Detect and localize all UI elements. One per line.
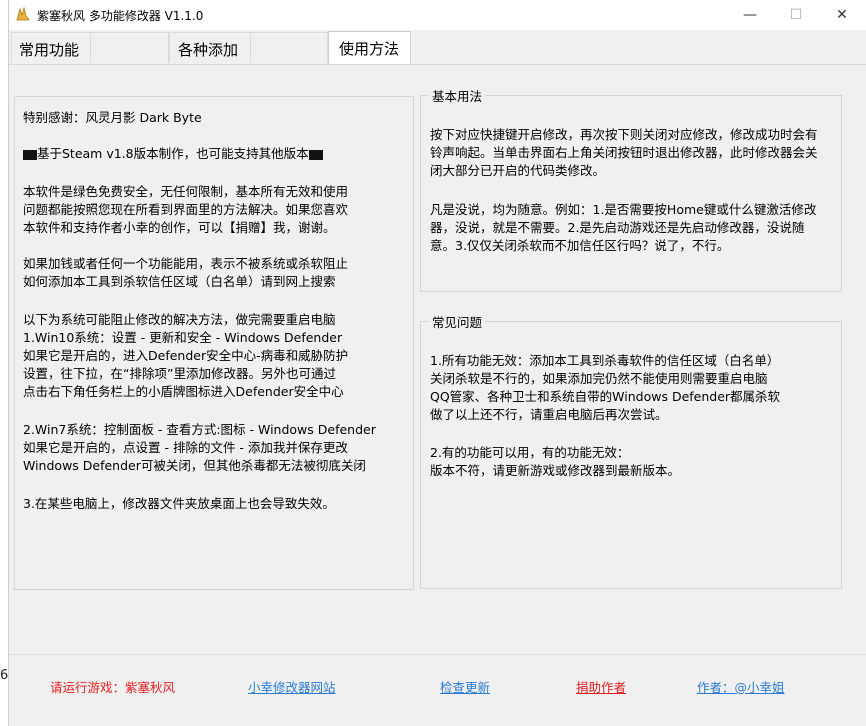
basic-usage-title: 基本用法: [429, 86, 486, 105]
tab-spacer: [91, 32, 169, 63]
tab-spacer: [251, 32, 328, 63]
close-button[interactable]: ✕: [819, 0, 865, 30]
faq-line: 做了以上还不行，请重启电脑后再次尝试。: [430, 407, 668, 422]
basic-usage-group: 基本用法 按下对应快捷键开启修改，再次按下则关闭对应修改，修改成功时会有 铃声响…: [420, 86, 842, 292]
info-line: 本软件和支持作者小幸的创作，可以【捐赠】我，谢谢。: [23, 220, 336, 235]
thanks-line: 特别感谢：风灵月影 Dark Byte: [23, 110, 202, 125]
faq-line: 1.所有功能无效：添加本工具到杀毒软件的信任区域（白名单）: [430, 353, 780, 368]
faq-line: QQ管家、各种卫士和系统自带的Windows Defender都属杀软: [430, 389, 781, 404]
info-line: 点击右下角任务栏上的小盾牌图标进入Defender安全中心: [23, 384, 344, 399]
faq-title: 常见问题: [429, 312, 486, 331]
info-line: Windows Defender可被关闭，但其他杀毒都无法被彻底关闭: [23, 458, 366, 473]
thanks-text-panel: 特别感谢：风灵月影 Dark Byte 基于Steam v1.8版本制作，也可能…: [14, 96, 414, 590]
basic-usage-line: 凡是没说，均为随意。例如：1.是否需要按Home键或什么键激活修改: [430, 202, 817, 217]
black-block: [308, 149, 323, 160]
info-line: 如何添加本工具到杀软信任区域（白名单）请到网上搜索: [23, 274, 336, 289]
trainer-window: 紫塞秋风 多功能修改器 V1.1.0 — ☐ ✕ 常用功能 各种添加 使用方法 …: [8, 0, 866, 726]
basic-usage-line: 器，没说，就是不需要。2.是先启动游戏还是先启动修改器，没说随: [430, 220, 805, 235]
info-line: 以下为系统可能阻止修改的解决方法，做完需要重启电脑: [23, 312, 336, 327]
footer-divider: [9, 654, 866, 655]
tab-strip: 常用功能 各种添加 使用方法: [9, 31, 866, 64]
basic-usage-line: 按下对应快捷键开启修改，再次按下则关闭对应修改，修改成功时会有: [430, 127, 818, 142]
info-line: 3.在某些电脑上，修改器文件夹放桌面上也会导致失效。: [23, 496, 335, 511]
basic-usage-line: 铃声响起。当单击界面右上角关闭按钮时退出修改器，此时修改器会关: [430, 145, 818, 160]
usage-tab-content: 特别感谢：风灵月影 Dark Byte 基于Steam v1.8版本制作，也可能…: [9, 64, 866, 726]
info-line: 设置，往下拉，在“排除项”里添加修改器。另外也可通过: [23, 366, 336, 381]
info-line: 如果它是开启的，点设置 - 排除的文件 - 添加我并保存更改: [23, 440, 348, 455]
info-line: 如果加钱或者任何一个功能能用，表示不被系统或杀软阻止: [23, 256, 349, 271]
title-bar[interactable]: 紫塞秋风 多功能修改器 V1.1.0 — ☐ ✕: [9, 0, 866, 30]
faq-line: 版本不符，请更新游戏或修改器到最新版本。: [430, 463, 681, 478]
maximize-button[interactable]: ☐: [773, 0, 819, 30]
info-line: 2.Win7系统：控制面板 - 查看方式:图标 - Windows Defend…: [23, 422, 376, 437]
app-logo-icon: [16, 6, 30, 21]
info-line: 如果它是开启的，进入Defender安全中心-病毒和威胁防护: [23, 348, 349, 363]
black-block: [23, 149, 37, 160]
website-link[interactable]: 小幸修改器网站: [248, 677, 336, 696]
faq-line: 2.有的功能可以用，有的功能无效：: [430, 445, 630, 460]
window-title: 紫塞秋风 多功能修改器 V1.1.0: [37, 9, 204, 23]
check-update-link[interactable]: 检查更新: [440, 677, 490, 696]
faq-line: 关闭杀软是不行的，如果添加完仍然不能使用则需要重启电脑: [430, 371, 768, 386]
author-link[interactable]: 作者：@小幸姐: [697, 677, 785, 696]
tab-usage[interactable]: 使用方法: [328, 31, 411, 64]
tab-common-functions[interactable]: 常用功能: [11, 32, 91, 63]
version-text: 基于Steam v1.8版本制作，也可能支持其他版本: [37, 146, 309, 161]
minimize-button[interactable]: —: [727, 0, 773, 30]
donate-link[interactable]: 捐助作者: [576, 677, 626, 696]
game-status-label: 请运行游戏：紫塞秋风: [50, 680, 176, 695]
version-line: 基于Steam v1.8版本制作，也可能支持其他版本: [23, 143, 323, 162]
info-line: 1.Win10系统：设置 - 更新和安全 - Windows Defender: [23, 330, 343, 345]
info-line: 问题都能按照您现在所看到界面里的方法解决。如果您喜欢: [23, 202, 349, 217]
faq-group: 常见问题 1.所有功能无效：添加本工具到杀毒软件的信任区域（白名单） 关闭杀软是…: [420, 312, 842, 589]
info-line: 本软件是绿色免费安全，无任何限制，基本所有无效和使用: [23, 184, 349, 199]
basic-usage-line: 闭大部分已开启的代码类修改。: [430, 163, 606, 178]
tab-additions[interactable]: 各种添加: [169, 32, 251, 63]
basic-usage-line: 意。3.仅仅关闭杀软而不加信任区行吗？说了，不行。: [430, 238, 730, 253]
